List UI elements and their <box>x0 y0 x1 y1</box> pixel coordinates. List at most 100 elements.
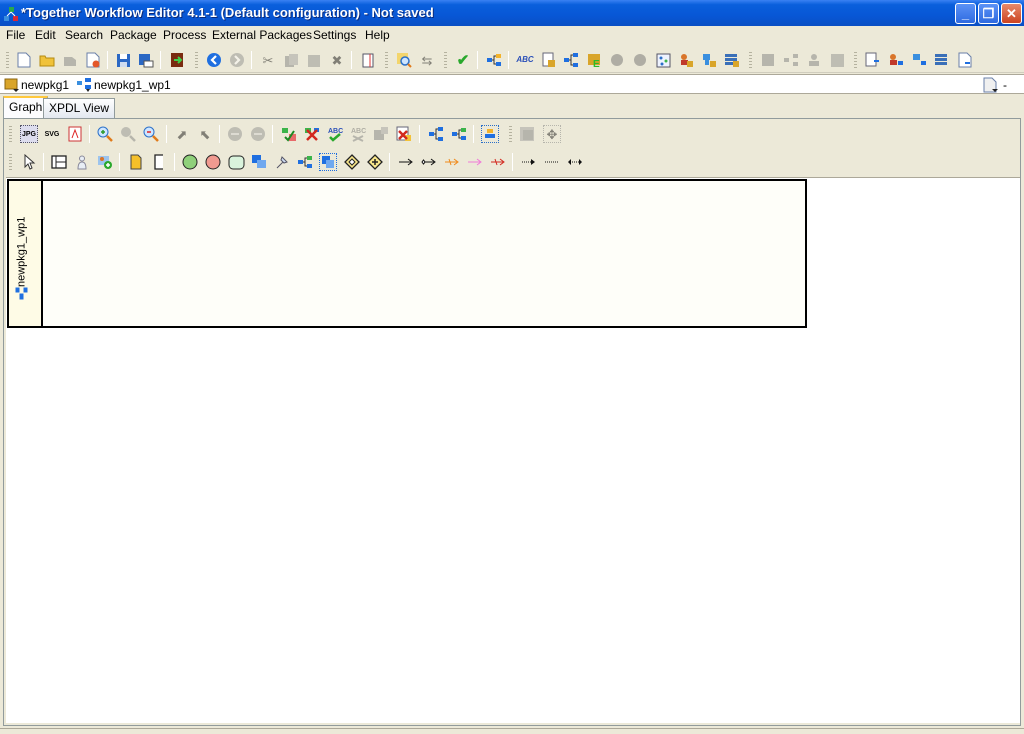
formal-parameters-icon[interactable] <box>700 51 718 69</box>
applications-icon[interactable] <box>631 51 649 69</box>
save-as-icon[interactable] <box>137 51 155 69</box>
document-dropdown-icon[interactable] <box>982 76 1000 94</box>
save-pdf-icon[interactable] <box>66 125 84 143</box>
restore-button[interactable]: ❐ <box>978 3 999 24</box>
package-properties-icon[interactable] <box>540 51 558 69</box>
forward-icon[interactable] <box>228 51 246 69</box>
breadcrumb-package[interactable]: newpkg1 <box>21 78 69 92</box>
zoom-out-icon[interactable] <box>142 125 160 143</box>
actual-size-icon[interactable] <box>119 125 137 143</box>
tab-xpdl-view[interactable]: XPDL View <box>43 98 116 118</box>
tool-activity-icon[interactable] <box>273 153 291 171</box>
dotted-association-icon[interactable] <box>543 153 561 171</box>
menu-search[interactable]: Search <box>63 28 105 42</box>
dropdown-label[interactable]: - <box>1003 78 1007 92</box>
package-tree-icon[interactable] <box>864 51 882 69</box>
minimize-button[interactable]: _ <box>955 3 976 24</box>
default-exception-transition-icon[interactable] <box>489 153 507 171</box>
menu-package[interactable]: Package <box>108 28 159 42</box>
workflow-processes-icon[interactable] <box>562 51 580 69</box>
save-icon[interactable] <box>114 51 132 69</box>
properties-icon[interactable] <box>359 51 377 69</box>
breadcrumb-process[interactable]: newpkg1_wp1 <box>94 78 171 92</box>
add-participant-icon[interactable] <box>96 153 114 171</box>
save-svg-icon[interactable]: SVG <box>43 125 61 143</box>
menu-file[interactable]: File <box>4 28 27 42</box>
delete-icon[interactable]: ✖ <box>328 51 346 69</box>
menu-help[interactable]: Help <box>363 28 392 42</box>
process-pool[interactable]: newpkg1_wp1 <box>7 179 807 328</box>
exception-transition-icon[interactable] <box>466 153 484 171</box>
process-tree-icon[interactable] <box>485 51 503 69</box>
datafield-tree-icon[interactable] <box>933 51 951 69</box>
focus-icon[interactable] <box>481 125 499 143</box>
menu-process[interactable]: Process <box>161 28 208 42</box>
annotation-icon[interactable] <box>150 153 168 171</box>
menu-external-packages[interactable]: External Packages <box>210 28 314 42</box>
activity-sets-icon[interactable] <box>759 51 777 69</box>
subflow-icon[interactable] <box>450 125 468 143</box>
move-down-icon[interactable]: ⬉ <box>196 125 214 143</box>
spell-check-icon[interactable]: ABC <box>516 51 534 69</box>
menu-settings[interactable]: Settings <box>311 28 358 42</box>
prev-icon[interactable] <box>226 125 244 143</box>
document-tree-icon[interactable] <box>956 51 974 69</box>
cut-icon[interactable]: ✂ <box>259 51 277 69</box>
paste-icon[interactable] <box>305 51 323 69</box>
settings-icon[interactable]: ✥ <box>543 125 561 143</box>
association-icon[interactable] <box>520 153 538 171</box>
toolbar-grip[interactable] <box>6 52 9 68</box>
subflow-activity-icon[interactable] <box>250 153 268 171</box>
delete-element-icon[interactable] <box>395 125 413 143</box>
reopen-icon[interactable] <box>61 51 79 69</box>
insert-missing-icon[interactable] <box>280 125 298 143</box>
participant-icon[interactable] <box>73 153 91 171</box>
exit-icon[interactable] <box>168 51 186 69</box>
open-folder-icon[interactable] <box>38 51 56 69</box>
start-event-icon[interactable] <box>181 153 199 171</box>
find-icon[interactable] <box>395 51 413 69</box>
gateway-plus-icon[interactable] <box>366 153 384 171</box>
move-up-icon[interactable]: ⬈ <box>173 125 191 143</box>
next-icon[interactable] <box>249 125 267 143</box>
external-package-icon[interactable]: E <box>586 51 604 69</box>
activities-icon[interactable] <box>805 51 823 69</box>
process-layout-icon[interactable] <box>427 125 445 143</box>
otherwise-transition-icon[interactable] <box>443 153 461 171</box>
remove-icon[interactable] <box>303 125 321 143</box>
graph-canvas[interactable]: newpkg1_wp1 <box>6 177 1020 723</box>
copy-icon[interactable] <box>282 51 300 69</box>
menu-edit[interactable]: Edit <box>33 28 58 42</box>
transition-icon[interactable] <box>397 153 415 171</box>
zoom-in-icon[interactable] <box>96 125 114 143</box>
application-tree-icon[interactable] <box>910 51 928 69</box>
free-text-icon[interactable] <box>127 153 145 171</box>
gateway-icon[interactable] <box>343 153 361 171</box>
block-activity-icon[interactable] <box>296 153 314 171</box>
conditional-transition-icon[interactable] <box>420 153 438 171</box>
type-declarations-icon[interactable] <box>654 51 672 69</box>
participants-icon[interactable] <box>608 51 626 69</box>
spell-check-gray-icon[interactable]: ABC <box>349 125 367 143</box>
activity-icon[interactable] <box>227 153 245 171</box>
tab-graph[interactable]: Graph <box>3 96 49 118</box>
overview-icon[interactable] <box>518 125 536 143</box>
new-file-icon[interactable] <box>15 51 33 69</box>
package-icon[interactable] <box>723 51 741 69</box>
transitions-icon[interactable] <box>828 51 846 69</box>
activity-set-icon[interactable] <box>372 125 390 143</box>
spell-check-icon[interactable]: ABC <box>326 125 344 143</box>
route-icon[interactable] <box>319 153 337 171</box>
process-tree-gray-icon[interactable] <box>782 51 800 69</box>
participant-tree-icon[interactable] <box>887 51 905 69</box>
back-icon[interactable] <box>205 51 223 69</box>
pool-header[interactable]: newpkg1_wp1 <box>9 181 43 326</box>
swimlane-icon[interactable] <box>50 153 68 171</box>
references-icon[interactable]: ⇆ <box>418 51 436 69</box>
data-fields-icon[interactable] <box>677 51 695 69</box>
close-button[interactable]: ✕ <box>1001 3 1022 24</box>
select-icon[interactable] <box>20 153 38 171</box>
bidirectional-association-icon[interactable] <box>566 153 584 171</box>
close-file-icon[interactable] <box>84 51 102 69</box>
end-event-icon[interactable] <box>204 153 222 171</box>
